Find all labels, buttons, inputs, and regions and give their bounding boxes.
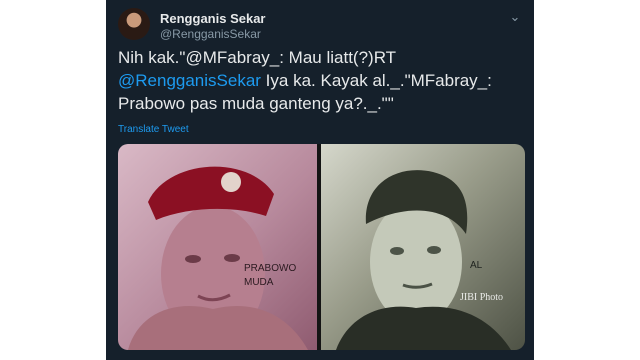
photo-left[interactable]: PRABOWO MUDA <box>118 144 317 350</box>
chevron-down-icon[interactable]: ⌄ <box>506 8 524 26</box>
shirt-shape <box>336 306 511 350</box>
eye-left <box>390 247 404 255</box>
caption-left-line1: PRABOWO <box>244 263 297 274</box>
portrait-right-illustration <box>336 170 511 350</box>
eye-right <box>224 254 240 262</box>
avatar[interactable] <box>118 8 150 40</box>
tweet-text-part1: Nih kak."@MFabray_: Mau liatt(?)RT <box>118 48 396 67</box>
tweet-card: Rengganis Sekar @RengganisSekar ⌄ Nih ka… <box>106 0 534 360</box>
tweet-text: Nih kak."@MFabray_: Mau liatt(?)RT @Reng… <box>118 46 523 115</box>
photo-right[interactable]: AL JIBI Photo <box>321 144 525 350</box>
tweet-media[interactable]: PRABOWO MUDA AL JIBI Photo <box>118 144 525 350</box>
beret-badge <box>221 172 241 192</box>
author-name[interactable]: Rengganis Sekar <box>160 11 266 26</box>
watermark: JIBI Photo <box>460 292 504 303</box>
author-handle[interactable]: @RengganisSekar <box>160 27 261 41</box>
face-shape <box>370 200 462 324</box>
mention-link[interactable]: @RengganisSekar <box>118 71 261 90</box>
portrait-left-illustration <box>128 166 308 350</box>
eye-right <box>427 246 441 254</box>
shoulders-shape <box>128 305 308 350</box>
caption-left-line2: MUDA <box>244 277 274 288</box>
tweet-header: Rengganis Sekar @RengganisSekar ⌄ <box>118 8 524 42</box>
eye-left <box>185 255 201 263</box>
caption-right: AL <box>470 260 483 271</box>
translate-tweet-link[interactable]: Translate Tweet <box>118 124 189 135</box>
